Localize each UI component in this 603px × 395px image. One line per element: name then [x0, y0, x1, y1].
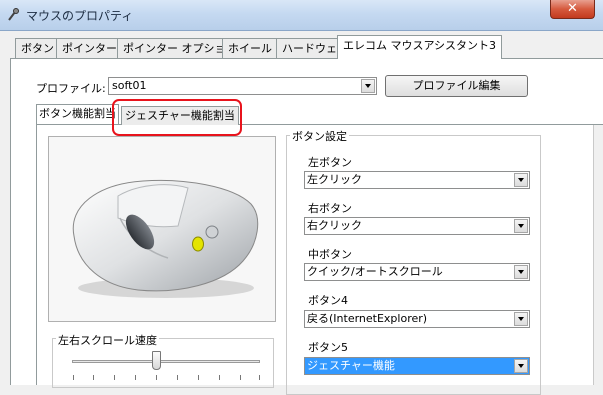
slider-tick [93, 375, 94, 380]
chevron-down-icon[interactable] [514, 219, 528, 233]
mouse-illustration [72, 179, 259, 298]
left-button-label: 左ボタン [308, 156, 352, 169]
tab-pointer[interactable]: ポインター [56, 38, 123, 58]
tab-wheel[interactable]: ホイール [222, 38, 278, 58]
slider-tick [219, 375, 220, 380]
slider-tick [156, 375, 157, 380]
chevron-down-icon[interactable] [514, 312, 528, 326]
right-button-label: 右ボタン [308, 202, 352, 215]
button-settings-label: ボタン設定 [290, 128, 349, 144]
left-button-dropdown[interactable]: 左クリック [304, 171, 530, 189]
tab-elecom-mouse-assistant[interactable]: エレコム マウスアシスタント3 [337, 35, 503, 59]
profile-edit-button[interactable]: プロファイル編集 [385, 75, 528, 97]
chevron-down-icon[interactable] [514, 265, 528, 279]
button4-value: 戻る(InternetExplorer) [307, 312, 428, 325]
scroll-speed-slider-track[interactable] [72, 360, 260, 363]
profile-dropdown[interactable]: soft01 [108, 77, 377, 95]
close-button[interactable]: ✕ [550, 0, 595, 19]
middle-button-dropdown[interactable]: クイック/オートスクロール [304, 263, 530, 281]
left-button-value: 左クリック [307, 173, 362, 186]
middle-button-value: クイック/オートスクロール [307, 265, 443, 278]
slider-tick [177, 375, 178, 380]
chevron-down-icon[interactable] [361, 79, 375, 93]
middle-button-label: 中ボタン [308, 248, 352, 261]
mouse-app-icon [8, 8, 19, 21]
scroll-speed-label: 左右スクロール速度 [56, 332, 159, 348]
slider-tick [259, 375, 260, 380]
slider-tick [240, 375, 241, 380]
profile-label: プロファイル: [36, 82, 106, 95]
button5-dropdown[interactable]: ジェスチャー機能 [304, 357, 530, 375]
tab-button-assignment[interactable]: ボタン機能割当 [36, 104, 119, 124]
button4-dropdown[interactable]: 戻る(InternetExplorer) [304, 310, 530, 328]
scroll-speed-slider-thumb[interactable] [152, 351, 161, 370]
button4-label: ボタン4 [308, 294, 348, 307]
chevron-down-icon[interactable] [514, 173, 528, 187]
right-button-value: 右クリック [307, 219, 362, 232]
panel-right-edge [593, 125, 603, 385]
highlight-annotation [112, 99, 242, 136]
profile-value: soft01 [112, 79, 147, 92]
chevron-down-icon[interactable] [514, 359, 528, 373]
slider-tick [73, 375, 74, 380]
slider-tick [198, 375, 199, 380]
tab-buttons[interactable]: ボタン [15, 38, 60, 58]
window-title: マウスのプロパティ [26, 9, 134, 23]
slider-tick [114, 375, 115, 380]
right-button-dropdown[interactable]: 右クリック [304, 217, 530, 235]
button5-label: ボタン5 [308, 341, 348, 354]
button5-value: ジェスチャー機能 [307, 359, 395, 372]
slider-tick [135, 375, 136, 380]
